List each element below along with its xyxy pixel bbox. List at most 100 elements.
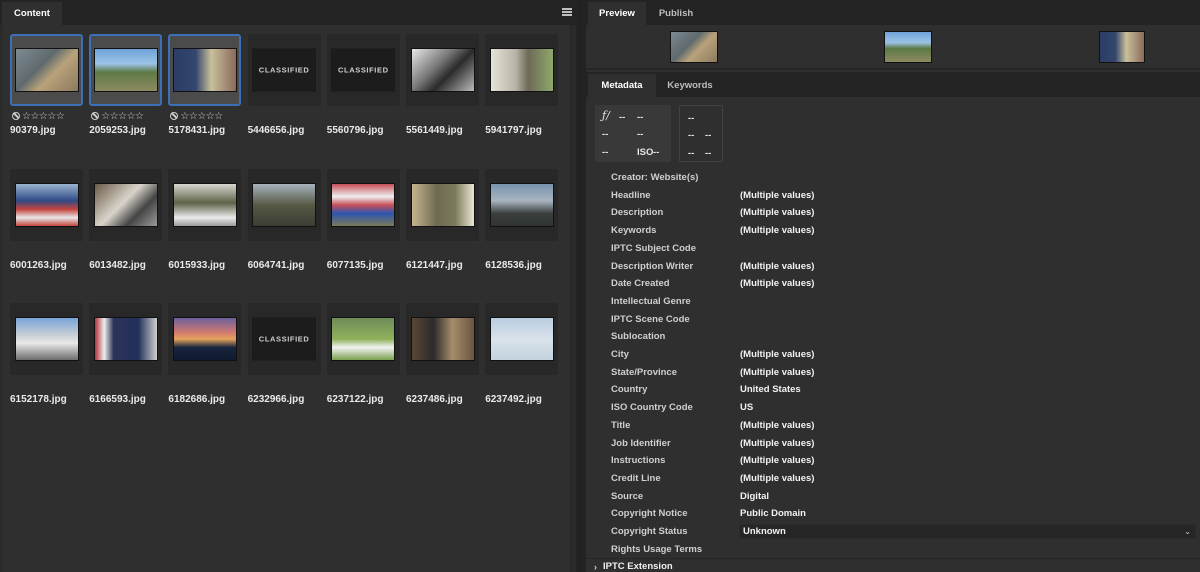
field-value[interactable]: United States bbox=[740, 381, 801, 398]
field-value[interactable]: (Multiple values) bbox=[740, 204, 814, 221]
thumbnail-item[interactable]: 5941797.jpg bbox=[485, 34, 559, 154]
thumbnail-filename[interactable]: 6166593.jpg bbox=[89, 394, 146, 405]
tab-content[interactable]: Content bbox=[2, 2, 62, 25]
tab-preview[interactable]: Preview bbox=[588, 2, 646, 25]
field-value[interactable]: Digital bbox=[740, 488, 769, 505]
thumbnail-frame[interactable] bbox=[485, 303, 559, 375]
thumbnail-item[interactable]: 6077135.jpg bbox=[326, 168, 400, 289]
thumbnail-filename[interactable]: 6182686.jpg bbox=[168, 394, 225, 405]
reject-icon[interactable] bbox=[170, 112, 179, 120]
field-value[interactable]: (Multiple values) bbox=[740, 346, 814, 363]
field-value[interactable]: (Multiple values) bbox=[740, 187, 814, 204]
thumbnail-image[interactable] bbox=[331, 182, 396, 227]
classified-image[interactable]: CLASSIFIED bbox=[252, 48, 317, 92]
thumbnail-image[interactable] bbox=[93, 182, 158, 227]
thumbnail-image[interactable] bbox=[93, 317, 158, 361]
thumbnail-image[interactable] bbox=[489, 182, 554, 227]
thumbnail-item[interactable]: 6182686.jpg bbox=[168, 303, 242, 423]
thumbnail-filename[interactable]: 6015933.jpg bbox=[168, 260, 225, 271]
thumbnail-filename[interactable]: 6237492.jpg bbox=[485, 394, 542, 405]
thumbnail-frame[interactable] bbox=[485, 34, 559, 106]
classified-image[interactable]: CLASSIFIED bbox=[331, 48, 396, 92]
thumbnail-frame[interactable] bbox=[406, 34, 479, 106]
thumbnail-frame[interactable] bbox=[10, 34, 83, 106]
thumbnail-filename[interactable]: 6013482.jpg bbox=[89, 260, 146, 271]
thumbnail-image[interactable] bbox=[172, 317, 237, 361]
thumbnail-item[interactable]: 6001263.jpg bbox=[10, 168, 83, 289]
thumbnail-frame[interactable]: CLASSIFIED bbox=[326, 34, 400, 106]
thumbnail-filename[interactable]: 6152178.jpg bbox=[10, 394, 67, 405]
thumbnail-filename[interactable]: 6001263.jpg bbox=[10, 260, 67, 271]
thumbnail-item[interactable]: 6166593.jpg bbox=[89, 303, 163, 423]
thumbnail-image[interactable] bbox=[172, 182, 237, 227]
thumbnail-image[interactable] bbox=[93, 48, 158, 92]
thumbnail-item[interactable]: 6237486.jpg bbox=[406, 303, 479, 423]
thumbnail-frame[interactable] bbox=[168, 303, 242, 375]
thumbnail-frame[interactable] bbox=[10, 303, 83, 375]
thumbnail-filename[interactable]: 6064741.jpg bbox=[248, 260, 305, 271]
section-iptc-extension[interactable]: › IPTC Extension bbox=[586, 558, 1200, 572]
thumbnail-frame[interactable] bbox=[89, 34, 163, 106]
thumbnail-filename[interactable]: 6237122.jpg bbox=[327, 394, 384, 405]
field-value[interactable]: (Multiple values) bbox=[740, 222, 814, 239]
thumbnail-image[interactable] bbox=[489, 317, 554, 361]
copyright-status-select[interactable]: Unknown ⌄ bbox=[739, 524, 1196, 539]
tab-keywords[interactable]: Keywords bbox=[658, 74, 722, 97]
thumbnail-filename[interactable]: 5941797.jpg bbox=[485, 125, 542, 136]
thumbnail-item[interactable]: CLASSIFIED 5560796.jpg bbox=[326, 34, 400, 154]
thumbnail-filename[interactable]: 5178431.jpg bbox=[168, 125, 225, 136]
thumbnail-filename[interactable]: 5560796.jpg bbox=[327, 125, 384, 136]
thumbnail-item[interactable]: ☆☆☆☆☆ 90379.jpg bbox=[10, 34, 83, 154]
thumbnail-item[interactable]: 6013482.jpg bbox=[89, 168, 163, 289]
thumbnail-filename[interactable]: 2059253.jpg bbox=[89, 125, 146, 136]
preview-image[interactable] bbox=[670, 31, 718, 63]
thumbnail-filename[interactable]: 5561449.jpg bbox=[406, 125, 463, 136]
field-value[interactable]: (Multiple values) bbox=[740, 364, 814, 381]
thumbnail-frame[interactable] bbox=[168, 34, 242, 106]
thumbnail-item[interactable]: 6064741.jpg bbox=[247, 168, 321, 289]
thumbnail-frame[interactable] bbox=[326, 168, 400, 241]
thumbnail-image[interactable] bbox=[489, 48, 554, 92]
thumbnail-image[interactable] bbox=[14, 48, 79, 92]
star-rating[interactable]: ☆☆☆☆☆ bbox=[101, 111, 144, 122]
thumbnail-frame[interactable]: CLASSIFIED bbox=[247, 34, 321, 106]
thumbnail-filename[interactable]: 6232966.jpg bbox=[248, 394, 305, 405]
thumbnail-item[interactable]: 5561449.jpg bbox=[406, 34, 479, 154]
thumbnail-frame[interactable]: CLASSIFIED bbox=[247, 303, 321, 375]
hamburger-menu-icon[interactable] bbox=[562, 8, 572, 16]
thumbnail-item[interactable]: 6152178.jpg bbox=[10, 303, 83, 423]
classified-image[interactable]: CLASSIFIED bbox=[252, 317, 317, 361]
chevron-down-icon[interactable]: ⌄ bbox=[1184, 525, 1191, 538]
thumbnail-item[interactable]: ☆☆☆☆☆ 2059253.jpg bbox=[89, 34, 163, 154]
thumbnail-item[interactable]: 6237122.jpg bbox=[326, 303, 400, 423]
tab-metadata[interactable]: Metadata bbox=[588, 74, 656, 97]
thumbnail-image[interactable] bbox=[410, 317, 475, 361]
field-value[interactable]: (Multiple values) bbox=[740, 275, 814, 292]
thumbnail-frame[interactable] bbox=[89, 303, 163, 375]
thumbnail-image[interactable] bbox=[252, 182, 317, 227]
thumbnail-item[interactable]: 6128536.jpg bbox=[485, 168, 559, 289]
field-value[interactable]: (Multiple values) bbox=[740, 452, 814, 469]
thumbnail-filename[interactable]: 6237486.jpg bbox=[406, 394, 463, 405]
thumbnail-item[interactable]: 6121447.jpg bbox=[406, 168, 479, 289]
thumbnail-image[interactable] bbox=[410, 48, 475, 92]
star-rating[interactable]: ☆☆☆☆☆ bbox=[180, 111, 223, 122]
thumbnail-image[interactable] bbox=[14, 317, 79, 361]
field-value[interactable]: (Multiple values) bbox=[740, 417, 814, 434]
thumbnail-frame[interactable] bbox=[326, 303, 400, 375]
pane-divider[interactable] bbox=[576, 0, 586, 572]
thumbnail-filename[interactable]: 6121447.jpg bbox=[406, 260, 463, 271]
thumbnail-filename[interactable]: 90379.jpg bbox=[10, 125, 56, 136]
thumbnail-image[interactable] bbox=[172, 48, 237, 92]
chevron-right-icon[interactable]: › bbox=[594, 559, 597, 572]
rating-control[interactable]: ☆☆☆☆☆ bbox=[170, 111, 223, 123]
thumbnail-frame[interactable] bbox=[168, 168, 242, 241]
star-rating[interactable]: ☆☆☆☆☆ bbox=[22, 111, 65, 122]
thumbnail-item[interactable]: ☆☆☆☆☆ 5178431.jpg bbox=[168, 34, 242, 154]
thumbnail-image[interactable] bbox=[410, 182, 475, 227]
thumbnail-image[interactable] bbox=[14, 182, 79, 227]
preview-image[interactable] bbox=[884, 31, 932, 63]
thumbnail-item[interactable]: CLASSIFIED 5446656.jpg bbox=[247, 34, 321, 154]
thumbnail-frame[interactable] bbox=[406, 168, 479, 241]
field-value[interactable]: (Multiple values) bbox=[740, 435, 814, 452]
